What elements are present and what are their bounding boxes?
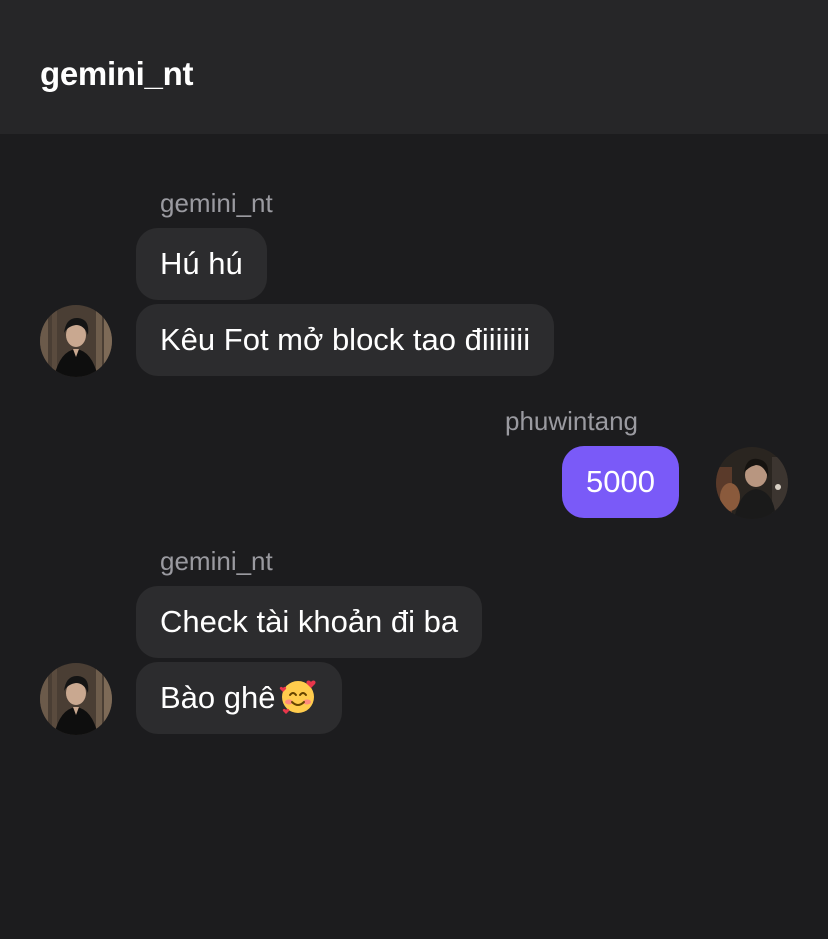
message-bubble[interactable]: Bào ghê bbox=[136, 662, 342, 734]
message-list[interactable]: gemini_nt Hú hú Kêu Fot mở block tao đii… bbox=[0, 134, 828, 939]
sender-name: gemini_nt bbox=[160, 546, 273, 576]
smiling-face-with-hearts-icon bbox=[278, 670, 318, 714]
message-bubble[interactable]: 5000 bbox=[562, 446, 679, 518]
sender-name: gemini_nt bbox=[160, 188, 273, 218]
avatar-photo-gemini bbox=[40, 663, 112, 735]
avatar-photo-phuwintang bbox=[716, 447, 788, 519]
conversation-title: gemini_nt bbox=[40, 55, 194, 92]
message-bubble[interactable]: Kêu Fot mở block tao điiiiiii bbox=[136, 304, 555, 376]
avatar[interactable] bbox=[40, 305, 112, 377]
chat-header: gemini_nt bbox=[0, 0, 828, 134]
message-text: Bào ghê bbox=[160, 680, 276, 715]
message-bubble[interactable]: Check tài khoản đi ba bbox=[136, 586, 483, 658]
avatar[interactable] bbox=[716, 447, 788, 519]
sender-name: phuwintang bbox=[505, 406, 638, 436]
avatar-photo-gemini bbox=[40, 305, 112, 377]
message-bubble[interactable]: Hú hú bbox=[136, 228, 267, 300]
avatar[interactable] bbox=[40, 663, 112, 735]
